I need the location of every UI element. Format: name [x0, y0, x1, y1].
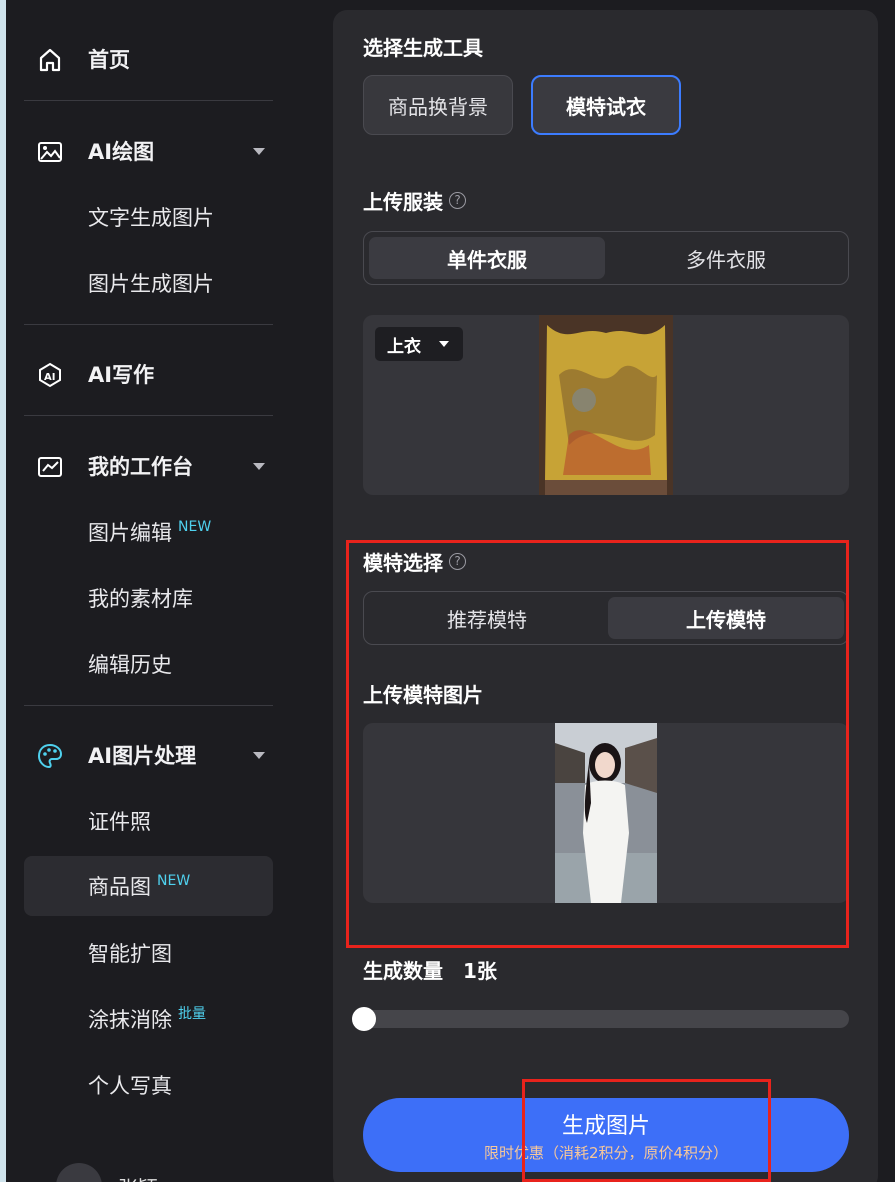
sidebar-item-label: 我的工作台 [88, 455, 193, 479]
chevron-down-icon[interactable] [253, 752, 265, 759]
home-icon [39, 48, 61, 72]
sidebar-item-label: 图片生成图片 [88, 272, 214, 296]
sidebar-item-label: 证件照 [88, 810, 151, 834]
sidebar-item-label-wrap: 图片编辑 NEW [88, 517, 211, 547]
clothing-type-dropdown[interactable]: 上衣 [375, 327, 463, 361]
sidebar-item-label: 商品图 [88, 875, 151, 899]
sidebar-item-erase[interactable]: 涂抹消除 批量 [24, 989, 273, 1049]
palette-icon [37, 743, 63, 769]
clothing-preview[interactable]: 上衣 [363, 315, 849, 495]
sidebar-item-label: 智能扩图 [88, 942, 172, 966]
sidebar-item-ai-image-processing[interactable]: AI图片处理 [24, 725, 273, 785]
avatar[interactable] [56, 1163, 102, 1182]
ai-write-icon: AI [39, 362, 61, 388]
tab-multiple-clothing[interactable]: 多件衣服 [608, 237, 844, 279]
sidebar-item-ai-write[interactable]: AI AI写作 [24, 344, 273, 404]
help-icon[interactable]: ? [449, 192, 466, 209]
upload-clothing-label: 上传服装 [363, 190, 443, 214]
sidebar-item-edit-history[interactable]: 编辑历史 [24, 634, 273, 694]
count-slider-thumb[interactable] [352, 1007, 376, 1031]
sidebar-item-text-to-image[interactable]: 文字生成图片 [24, 187, 273, 247]
tool-product-background-button[interactable]: 商品换背景 [363, 75, 513, 135]
divider [24, 705, 273, 706]
sidebar: 首页 AI绘图 文字生成图片 图片生成图片 AI AI写作 我的工作台 图片编辑… [6, 0, 333, 1182]
sidebar-item-label: 我的素材库 [88, 587, 193, 611]
highlight-box-generate [522, 1079, 771, 1182]
sidebar-item-label: 首页 [88, 48, 130, 72]
sidebar-item-label: 编辑历史 [88, 653, 172, 677]
divider [24, 324, 273, 325]
tab-single-clothing[interactable]: 单件衣服 [369, 237, 605, 279]
new-badge: NEW [178, 519, 212, 535]
image-icon [38, 142, 62, 162]
sidebar-item-image-to-image[interactable]: 图片生成图片 [24, 253, 273, 313]
chevron-down-icon[interactable] [253, 148, 265, 155]
count-slider-track[interactable] [363, 1010, 849, 1028]
tool-model-tryon-button[interactable]: 模特试衣 [531, 75, 681, 135]
count-value: 1张 [463, 959, 497, 983]
divider [24, 415, 273, 416]
sidebar-item-image-edit[interactable]: 图片编辑 NEW [24, 502, 273, 562]
sidebar-item-label: 文字生成图片 [88, 206, 214, 230]
sidebar-item-label: AI绘图 [88, 140, 155, 164]
sidebar-item-label: 图片编辑 [88, 521, 172, 545]
sidebar-item-home[interactable]: 首页 [24, 29, 273, 89]
highlight-box-model [346, 540, 849, 948]
clothing-segmented-control: 单件衣服 多件衣服 [363, 231, 849, 285]
sidebar-item-material-library[interactable]: 我的素材库 [24, 568, 273, 628]
new-badge: NEW [157, 873, 191, 889]
chevron-down-icon[interactable] [253, 463, 265, 470]
sidebar-item-ai-draw[interactable]: AI绘图 [24, 121, 273, 181]
caret-down-icon [439, 341, 449, 347]
count-title: 生成数量 1张 [363, 955, 497, 984]
sidebar-item-label-wrap: 商品图 NEW [88, 871, 190, 901]
sidebar-item-label-wrap: 涂抹消除 批量 [88, 1004, 206, 1034]
clothing-type-value: 上衣 [387, 336, 421, 357]
batch-badge: 批量 [178, 1006, 206, 1022]
chart-icon [38, 457, 62, 477]
divider [24, 100, 273, 101]
sidebar-item-label: AI图片处理 [88, 744, 197, 768]
clothing-image [539, 315, 673, 495]
sidebar-item-id-photo[interactable]: 证件照 [24, 791, 273, 851]
sidebar-item-portrait[interactable]: 个人写真 [24, 1055, 273, 1115]
sidebar-item-label: AI写作 [88, 363, 155, 387]
upload-clothing-title: 上传服装? [363, 186, 466, 215]
count-label: 生成数量 [363, 959, 443, 983]
tool-section-label: 选择生成工具 [363, 36, 483, 60]
sidebar-item-label: 个人写真 [88, 1074, 172, 1098]
sidebar-item-product-image[interactable]: 商品图 NEW [24, 856, 273, 916]
sidebar-item-smart-expand[interactable]: 智能扩图 [24, 923, 273, 983]
sidebar-item-label: 涂抹消除 [88, 1008, 172, 1032]
username: 张颖 [118, 1172, 158, 1182]
tool-section-title: 选择生成工具 [363, 32, 483, 61]
svg-text:AI: AI [44, 372, 55, 383]
sidebar-item-workspace[interactable]: 我的工作台 [24, 436, 273, 496]
